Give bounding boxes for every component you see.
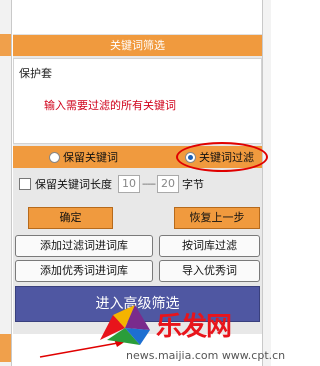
add-filter-words-button[interactable]: 添加过滤词进词库: [15, 235, 153, 257]
left-tab-bottom[interactable]: [0, 334, 11, 362]
length-row: 保留关键词长度 10 ----- 20 字节: [19, 174, 204, 194]
left-panel-edge: [0, 0, 12, 366]
length-separator: -----: [142, 178, 156, 190]
watermark-brand: 乐发网: [156, 312, 232, 342]
radio-keep-label: 保留关键词: [63, 151, 118, 164]
restore-button[interactable]: 恢复上一步: [174, 207, 260, 229]
length-max-input[interactable]: 20: [157, 175, 180, 193]
watermark-url: news.maijia.com www.cpt.cn: [126, 349, 286, 362]
add-good-words-button[interactable]: 添加优秀词进词库: [15, 260, 153, 282]
left-tab-top[interactable]: [0, 34, 11, 56]
length-unit: 字节: [182, 178, 205, 191]
length-label: 保留关键词长度: [35, 178, 112, 191]
highlight-ellipse: [176, 142, 268, 172]
keyword-textarea[interactable]: 保护套 输入需要过滤的所有关键词: [13, 58, 262, 144]
panel-title: 关键词筛选: [13, 34, 262, 56]
radio-keep-keywords[interactable]: 保留关键词: [49, 149, 118, 165]
right-scrollbar[interactable]: [262, 0, 271, 366]
watermark-logo-icon: [100, 305, 150, 345]
length-checkbox[interactable]: [19, 178, 31, 190]
filter-by-library-button[interactable]: 按词库过滤: [159, 235, 260, 257]
import-good-words-button[interactable]: 导入优秀词: [159, 260, 260, 282]
keyword-placeholder: 输入需要过滤的所有关键词: [44, 99, 176, 112]
keyword-text: 保护套: [19, 67, 52, 80]
radio-unchecked-icon: [49, 151, 60, 163]
length-min-input[interactable]: 10: [118, 175, 140, 193]
confirm-button[interactable]: 确定: [28, 207, 113, 229]
